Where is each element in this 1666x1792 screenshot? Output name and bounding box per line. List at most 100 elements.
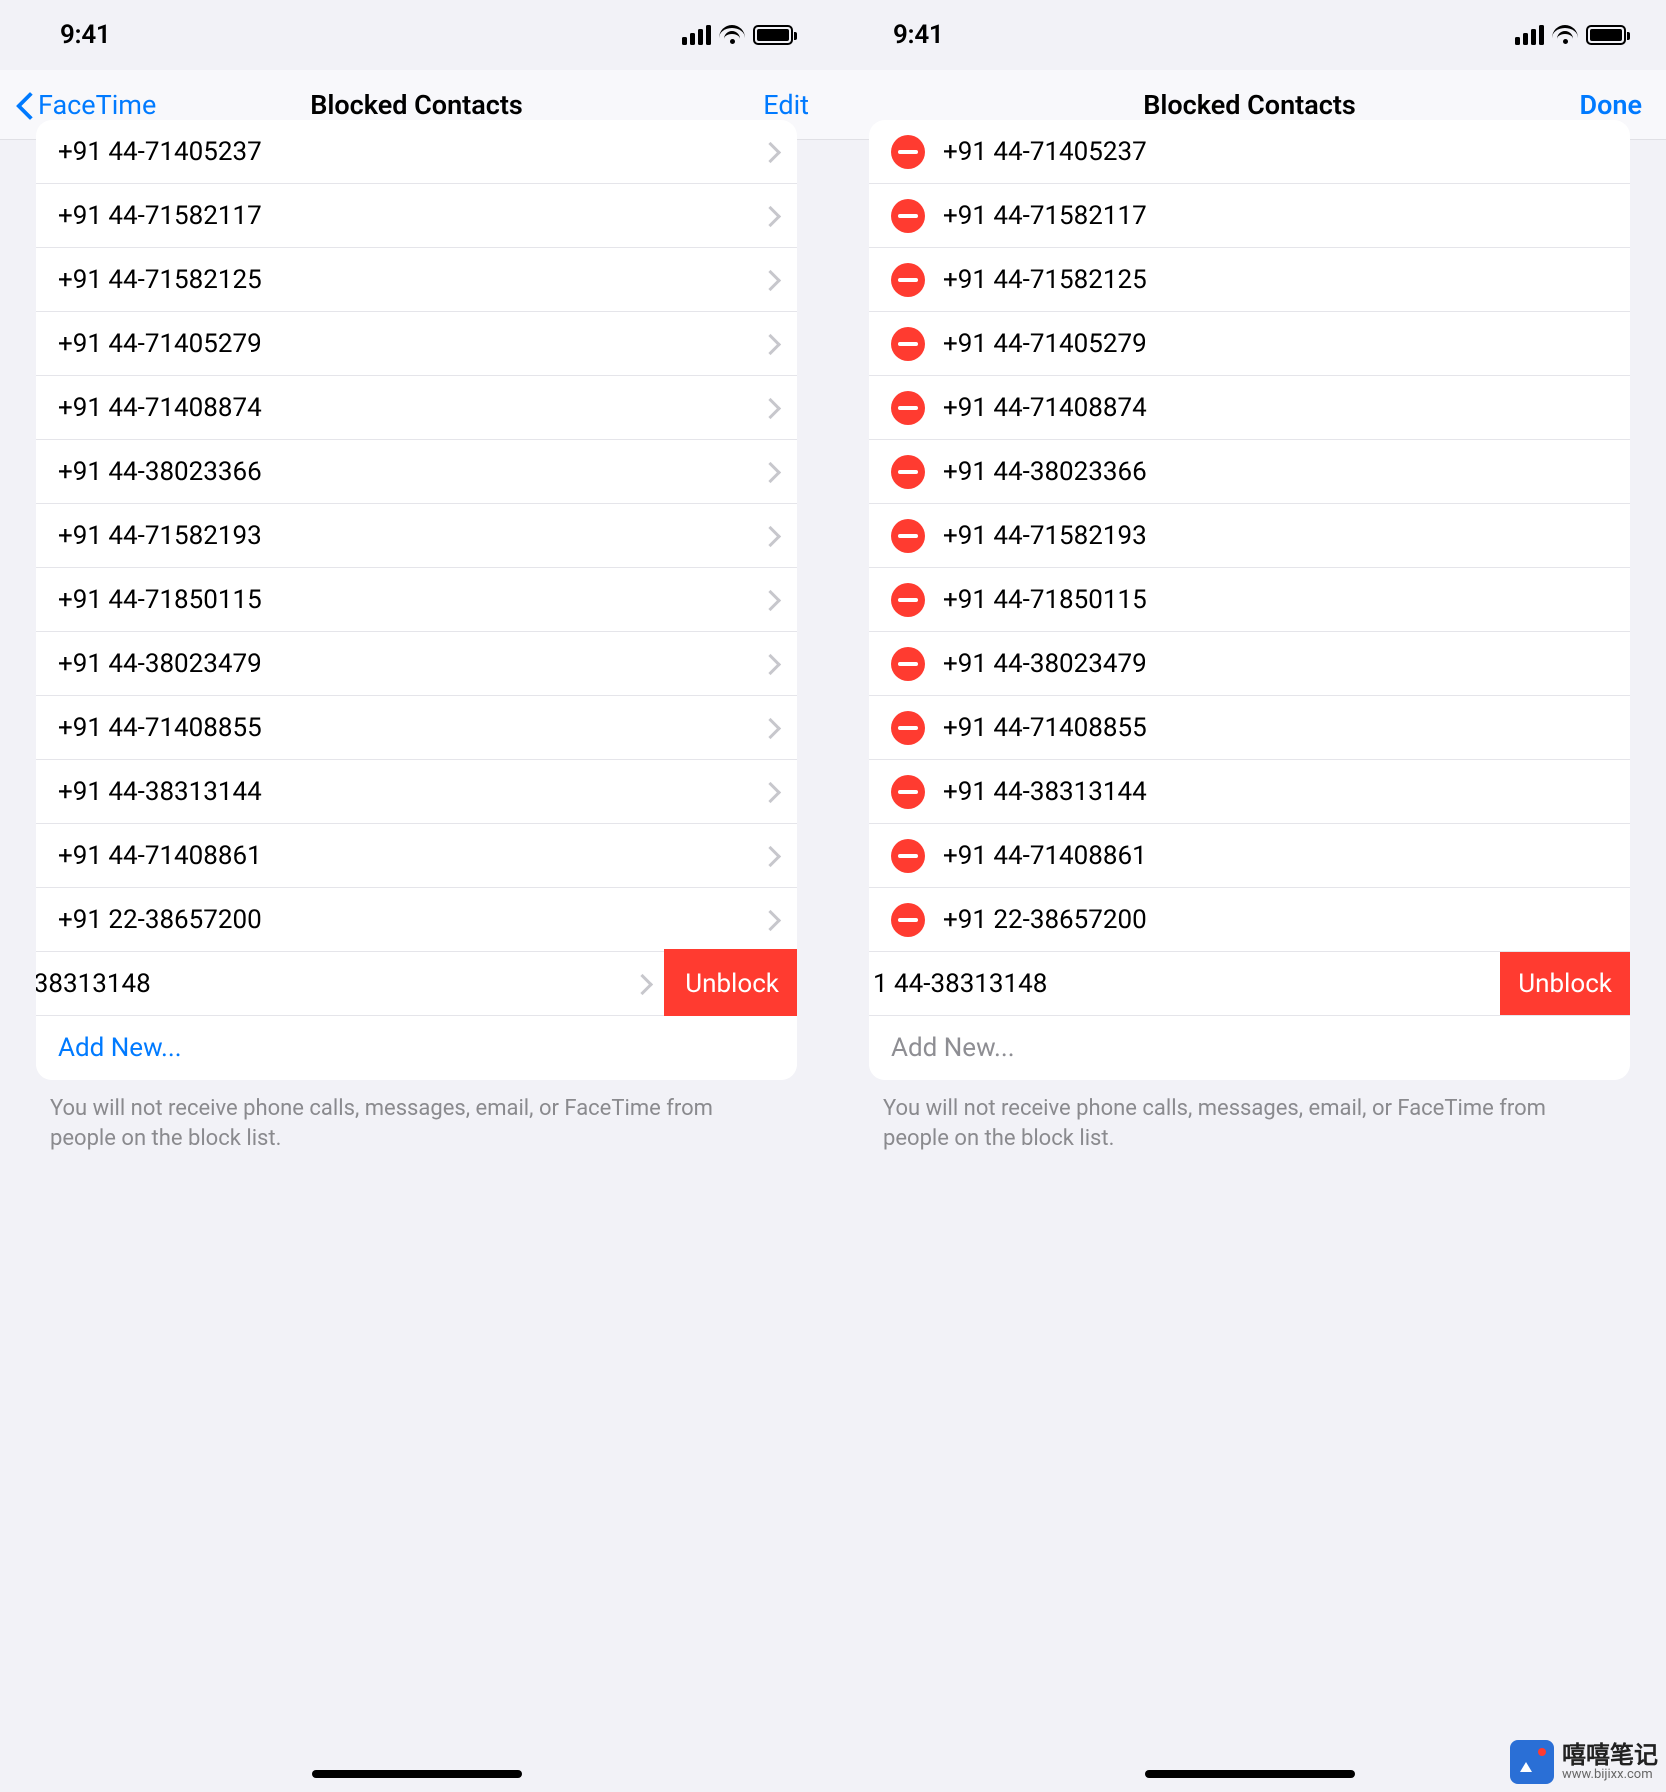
watermark: 嘻嘻笔记 www.bijixx.com	[1510, 1740, 1658, 1784]
watermark-url: www.bijixx.com	[1562, 1768, 1658, 1782]
chevron-right-icon	[765, 526, 777, 546]
status-time: 9:41	[60, 20, 110, 50]
add-new-label: Add New...	[891, 1033, 1610, 1063]
contact-row[interactable]: +91 44-71408855	[36, 696, 797, 760]
cellular-icon	[1515, 25, 1544, 45]
wifi-icon	[719, 25, 745, 45]
contact-row[interactable]: +91 44-71582193	[36, 504, 797, 568]
delete-circle-icon[interactable]	[891, 327, 925, 361]
delete-circle-icon[interactable]	[891, 711, 925, 745]
contact-row[interactable]: +91 44-71405279	[36, 312, 797, 376]
chevron-right-icon	[765, 462, 777, 482]
chevron-right-icon	[765, 590, 777, 610]
contact-row[interactable]: +91 44-71582125	[869, 248, 1630, 312]
contact-row[interactable]: +91 44-38023479	[869, 632, 1630, 696]
contact-number: +91 44-71408855	[58, 713, 765, 743]
contact-number: +91 44-71582117	[58, 201, 765, 231]
delete-circle-icon[interactable]	[891, 135, 925, 169]
contact-row[interactable]: +91 44-71408855	[869, 696, 1630, 760]
delete-circle-icon[interactable]	[891, 199, 925, 233]
contact-number: +91 44-38023479	[58, 649, 765, 679]
chevron-left-icon	[16, 90, 34, 120]
contact-row[interactable]: +91 44-71408861	[36, 824, 797, 888]
contact-row[interactable]: +91 44-71408874	[869, 376, 1630, 440]
contact-row[interactable]: +91 22-38657200	[36, 888, 797, 952]
contact-number: +91 44-38313144	[943, 777, 1610, 807]
contact-row[interactable]: +91 44-71582117	[36, 184, 797, 248]
add-new-button[interactable]: Add New...	[36, 1016, 797, 1080]
contact-row-swiped[interactable]: 4-38313148 Unblock	[36, 952, 797, 1016]
battery-icon	[753, 25, 793, 45]
home-indicator[interactable]	[312, 1770, 522, 1778]
blocked-contacts-list: +91 44-71405237 +91 44-71582117 +91 44-715…	[36, 120, 797, 1080]
contact-row-swiped[interactable]: 1 44-38313148Unblock	[869, 952, 1630, 1016]
chevron-right-icon	[765, 334, 777, 354]
contact-row[interactable]: +91 44-71582117	[869, 184, 1630, 248]
contact-number: +91 44-71408855	[943, 713, 1610, 743]
contact-number: +91 44-71582193	[943, 521, 1610, 551]
contact-number: +91 44-71408874	[943, 393, 1610, 423]
contact-number: +91 44-38023366	[943, 457, 1610, 487]
chevron-right-icon	[765, 206, 777, 226]
delete-circle-icon[interactable]	[891, 391, 925, 425]
add-new-label: Add New...	[58, 1033, 777, 1063]
blocked-contacts-list: +91 44-71405237 +91 44-71582117 +91 44-715…	[869, 120, 1630, 1080]
chevron-right-icon	[765, 398, 777, 418]
contact-number: +91 44-38023366	[58, 457, 765, 487]
chevron-right-icon	[637, 974, 649, 994]
contact-number: +91 44-38313144	[58, 777, 765, 807]
contact-row[interactable]: +91 44-71408874	[36, 376, 797, 440]
status-icons	[1515, 25, 1626, 45]
page-title: Blocked Contacts	[1143, 89, 1356, 121]
contact-row[interactable]: +91 44-38023366	[36, 440, 797, 504]
contact-number: +91 22-38657200	[58, 905, 765, 935]
contact-row[interactable]: +91 44-71582125	[36, 248, 797, 312]
contact-number: +91 44-71582117	[943, 201, 1610, 231]
delete-circle-icon[interactable]	[891, 263, 925, 297]
watermark-icon	[1510, 1740, 1554, 1784]
contact-row[interactable]: +91 44-71850115	[869, 568, 1630, 632]
delete-circle-icon[interactable]	[891, 583, 925, 617]
delete-circle-icon[interactable]	[891, 775, 925, 809]
status-bar: 9:41	[833, 0, 1666, 70]
delete-circle-icon[interactable]	[891, 519, 925, 553]
footer-note: You will not receive phone calls, messag…	[833, 1080, 1666, 1153]
contact-row[interactable]: +91 44-71850115	[36, 568, 797, 632]
delete-circle-icon[interactable]	[891, 455, 925, 489]
home-indicator[interactable]	[1145, 1770, 1355, 1778]
contact-number: +91 44-71582193	[58, 521, 765, 551]
contact-row[interactable]: +91 44-38313144	[36, 760, 797, 824]
contact-number: +91 44-71582125	[943, 265, 1610, 295]
done-button[interactable]: Done	[1580, 89, 1666, 121]
contact-row[interactable]: +91 44-38023366	[869, 440, 1630, 504]
status-time: 9:41	[893, 20, 943, 50]
add-new-button[interactable]: Add New...	[869, 1016, 1630, 1080]
delete-circle-icon[interactable]	[891, 839, 925, 873]
contact-row[interactable]: +91 44-71405237	[36, 120, 797, 184]
contact-number: +91 44-71408874	[58, 393, 765, 423]
chevron-right-icon	[765, 782, 777, 802]
contact-row[interactable]: +91 44-71405237	[869, 120, 1630, 184]
chevron-right-icon	[765, 654, 777, 674]
chevron-right-icon	[765, 270, 777, 290]
contact-row[interactable]: +91 22-38657200	[869, 888, 1630, 952]
contact-row[interactable]: +91 44-71405279	[869, 312, 1630, 376]
delete-circle-icon[interactable]	[891, 903, 925, 937]
contact-number: 4-38313148	[36, 969, 637, 999]
unblock-button[interactable]: Unblock	[1500, 952, 1630, 1015]
contact-row[interactable]: +91 44-71408861	[869, 824, 1630, 888]
left-screenshot: 9:41 FaceTime Blocked Contacts Edit +91 …	[0, 0, 833, 1792]
delete-circle-icon[interactable]	[891, 647, 925, 681]
chevron-right-icon	[765, 846, 777, 866]
status-icons	[682, 25, 793, 45]
wifi-icon	[1552, 25, 1578, 45]
battery-icon	[1586, 25, 1626, 45]
contact-row[interactable]: +91 44-38313144	[869, 760, 1630, 824]
contact-row[interactable]: +91 44-38023479	[36, 632, 797, 696]
watermark-title: 嘻嘻笔记	[1562, 1743, 1658, 1768]
edit-button[interactable]: Edit	[763, 89, 833, 121]
contact-row[interactable]: +91 44-71582193	[869, 504, 1630, 568]
contact-number: +91 22-38657200	[943, 905, 1610, 935]
unblock-button[interactable]: Unblock	[667, 952, 797, 1015]
back-button[interactable]: FaceTime	[0, 89, 156, 121]
